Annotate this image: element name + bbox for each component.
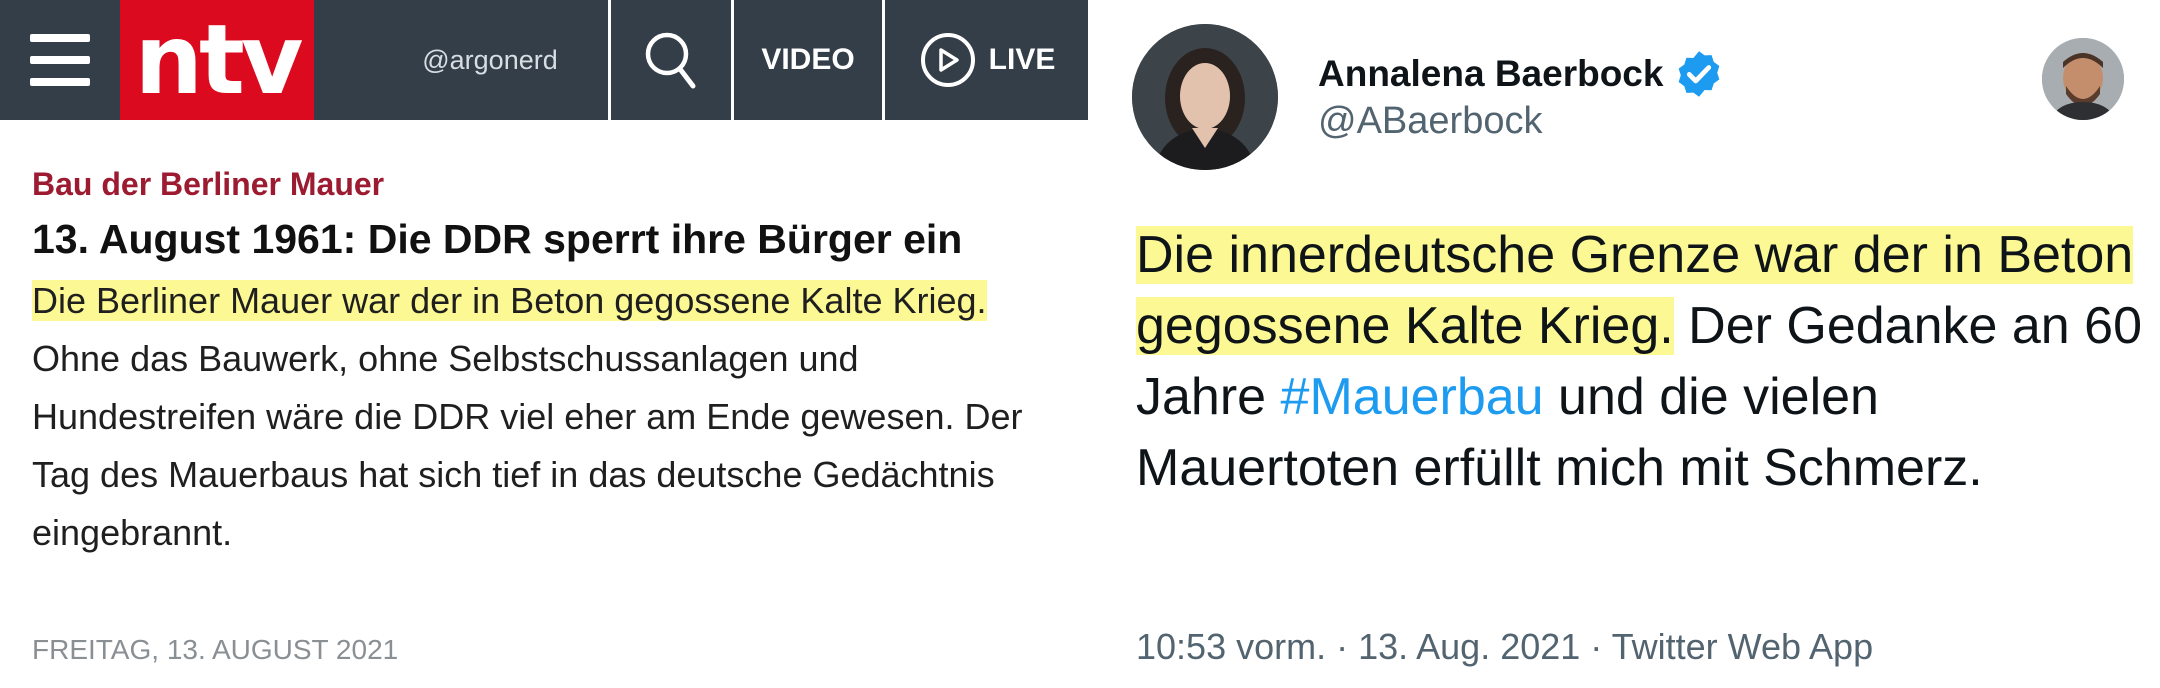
search-button[interactable]: [608, 0, 731, 120]
lead-text: Ohne das Bauwerk, ohne Selbstschussanlag…: [32, 338, 1023, 553]
author-avatar[interactable]: [1132, 24, 1278, 170]
ntv-article-panel: ntv @argonerd VIDEO LIVE Bau der Berline…: [0, 0, 1088, 688]
ntv-logo[interactable]: ntv: [120, 0, 314, 120]
menu-icon[interactable]: [30, 34, 90, 86]
hashtag-link[interactable]: #Mauerbau: [1281, 368, 1544, 426]
video-button[interactable]: VIDEO: [731, 0, 882, 120]
lead-highlighted-text: Die Berliner Mauer war der in Beton gego…: [32, 280, 987, 321]
user-handle: @argonerd: [422, 44, 558, 75]
play-icon: [920, 33, 975, 87]
article-headline[interactable]: 13. August 1961: Die DDR sperrt ihre Bür…: [32, 216, 962, 263]
live-button[interactable]: LIVE: [882, 0, 1091, 120]
live-label: LIVE: [988, 43, 1056, 76]
viewer-avatar[interactable]: [2042, 38, 2124, 120]
search-icon: [645, 32, 696, 89]
tweet-panel: Annalena Baerbock @ABaerbock Die innerde…: [1112, 0, 2160, 688]
tweet-text: Die innerdeutsche Grenze war der in Beto…: [1136, 220, 2146, 504]
author-name-row: Annalena Baerbock: [1318, 48, 1725, 100]
ntv-header: ntv @argonerd VIDEO LIVE: [0, 0, 1088, 120]
author-name[interactable]: Annalena Baerbock: [1318, 53, 1663, 95]
article-lead: Die Berliner Mauer war der in Beton gego…: [32, 272, 1072, 562]
video-label: VIDEO: [761, 43, 855, 76]
article-dateline: FREITAG, 13. AUGUST 2021: [32, 634, 399, 665]
author-handle[interactable]: @ABaerbock: [1318, 100, 1542, 143]
article-kicker[interactable]: Bau der Berliner Mauer: [32, 166, 384, 203]
verified-badge-icon: [1679, 51, 1720, 97]
tweet-meta[interactable]: 10:53 vorm. · 13. Aug. 2021 · Twitter We…: [1136, 626, 1873, 668]
